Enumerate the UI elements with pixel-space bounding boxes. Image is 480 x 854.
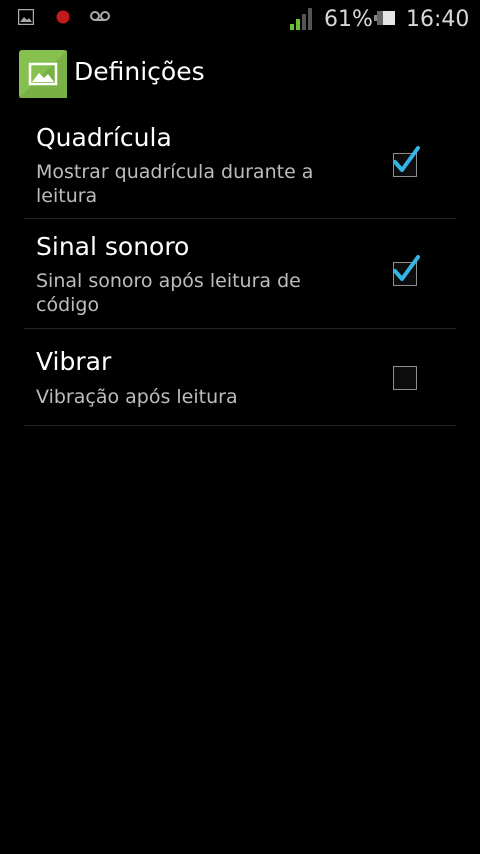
signal-icon xyxy=(290,6,316,34)
setting-sinal-sonoro[interactable]: Sinal sonoro Sinal sonoro após leitura d… xyxy=(24,219,456,329)
sinal-sonoro-checkbox[interactable] xyxy=(393,255,420,286)
status-bar: 61% 16:40 xyxy=(0,0,480,38)
setting-title: Vibrar xyxy=(36,347,112,376)
action-bar: Definições xyxy=(0,38,480,110)
checkmark-icon xyxy=(393,255,420,281)
voicemail-icon xyxy=(90,9,110,29)
battery-icon xyxy=(374,10,396,30)
setting-quadricula[interactable]: Quadrícula Mostrar quadrícula durante a … xyxy=(24,110,456,219)
setting-title: Quadrícula xyxy=(36,123,172,152)
recording-dot-icon xyxy=(56,9,72,29)
system-indicators: 61% 16:40 xyxy=(290,4,470,34)
settings-list: Quadrícula Mostrar quadrícula durante a … xyxy=(24,110,456,426)
setting-summary: Vibração após leitura xyxy=(36,386,238,408)
setting-summary: Mostrar quadrícula durante a leitura xyxy=(36,161,314,207)
setting-title: Sinal sonoro xyxy=(36,232,190,261)
image-notification-icon xyxy=(17,8,35,29)
image-app-icon[interactable] xyxy=(19,50,67,98)
vibrar-checkbox[interactable] xyxy=(393,366,417,390)
setting-vibrar[interactable]: Vibrar Vibração após leitura xyxy=(24,329,456,426)
setting-summary: Sinal sonoro após leitura de código xyxy=(36,270,301,316)
page-title: Definições xyxy=(74,57,205,86)
checkmark-icon xyxy=(393,146,420,172)
clock: 16:40 xyxy=(406,7,470,32)
battery-percent: 61% xyxy=(324,7,373,32)
quadricula-checkbox[interactable] xyxy=(393,146,420,177)
